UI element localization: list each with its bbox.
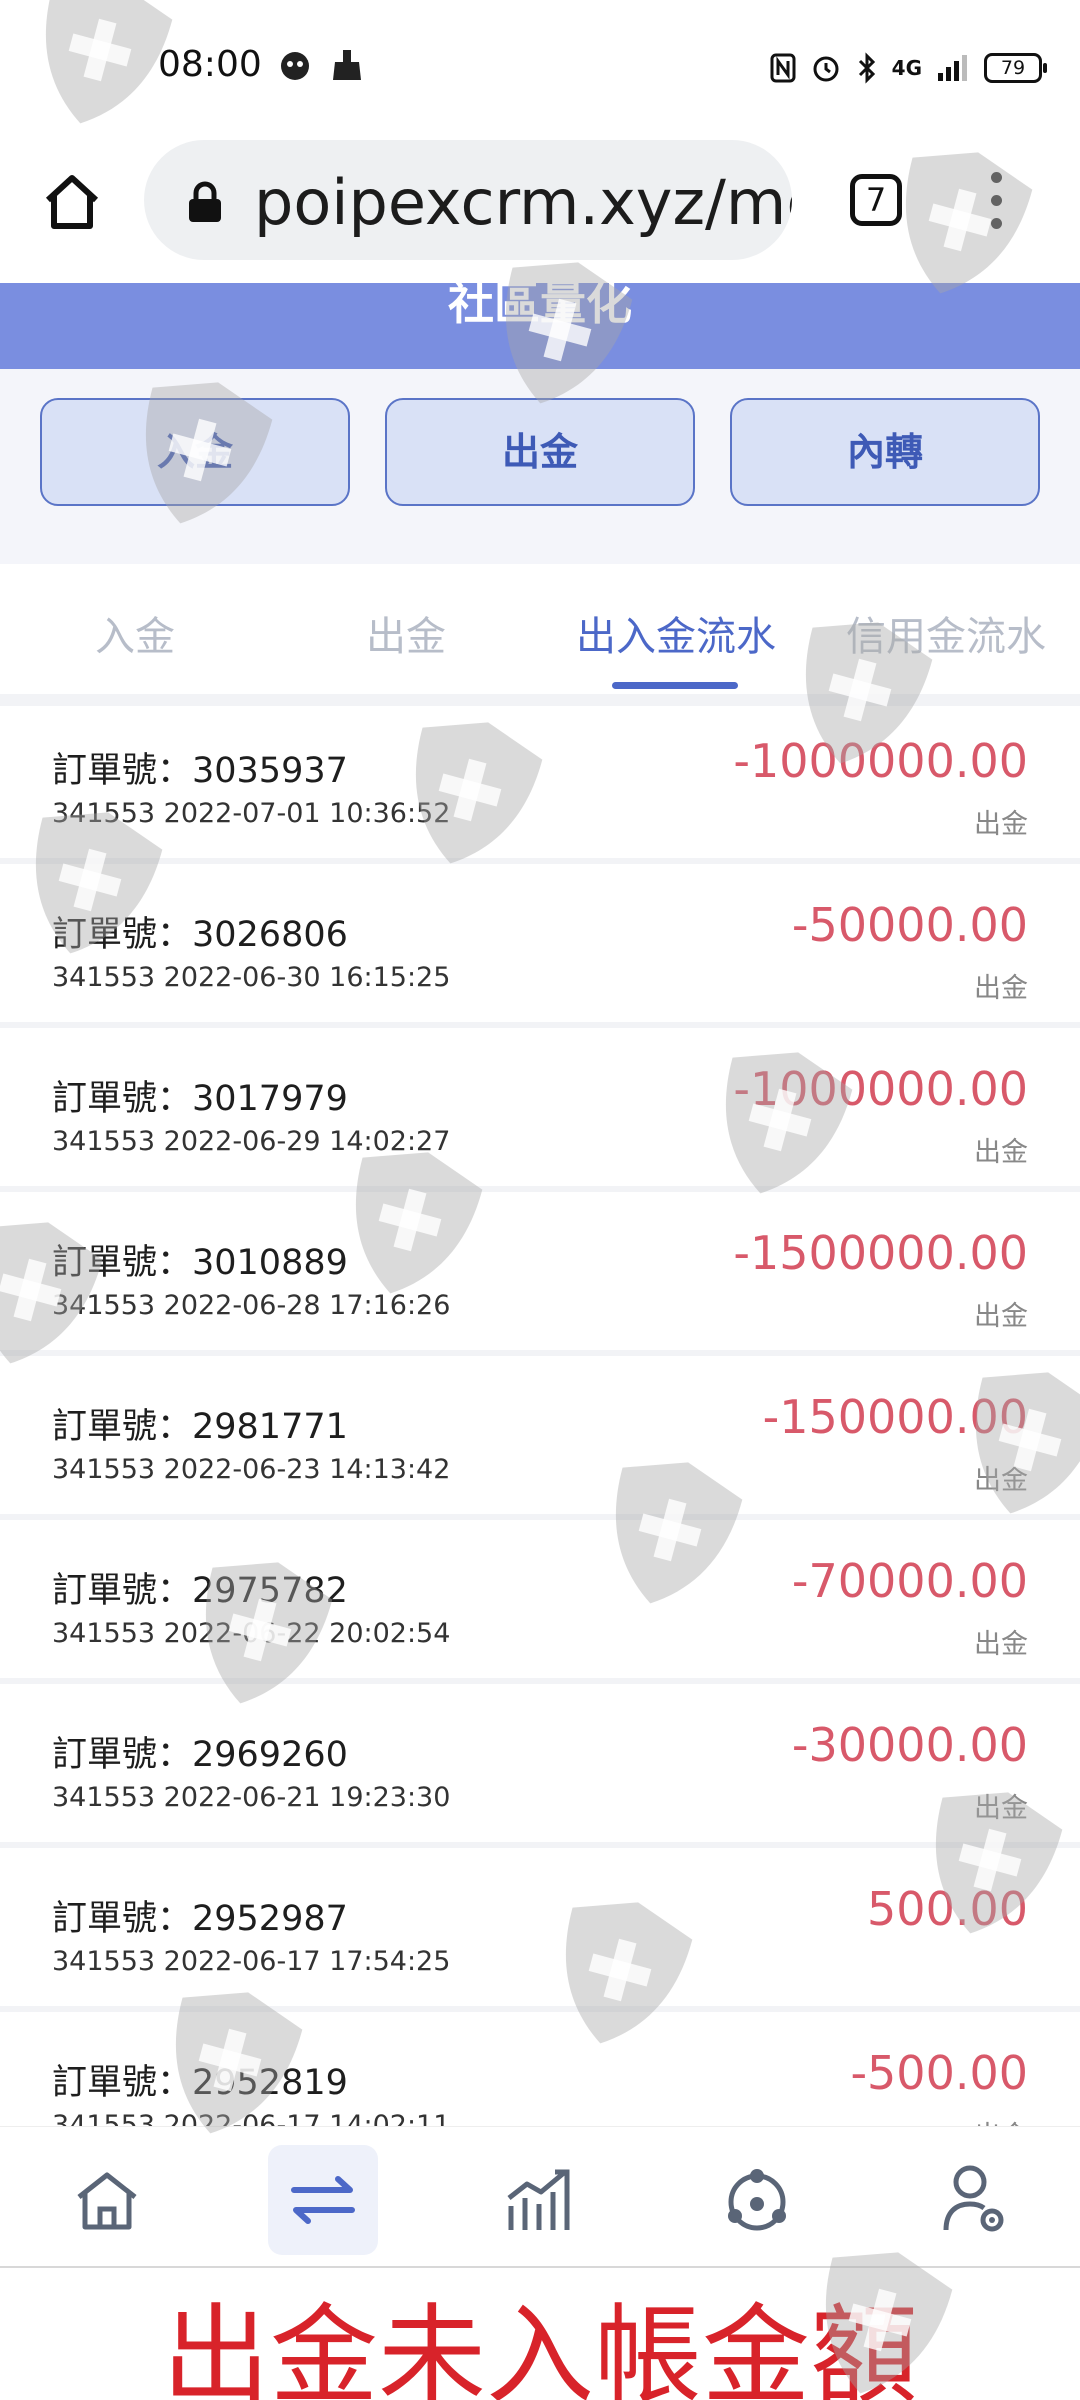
tab-credit-flow[interactable]: 信用金流水 bbox=[846, 604, 1046, 662]
nav-market[interactable] bbox=[485, 2145, 595, 2255]
list-item[interactable]: 訂單號：2975782 341553 2022-06-22 20:02:54 -… bbox=[0, 1526, 1080, 1684]
network-type: 4G bbox=[891, 56, 922, 80]
transaction-type: 出金 bbox=[974, 1137, 1028, 1168]
cleaner-icon bbox=[333, 50, 361, 80]
annotation-caption: 出金未入帳金額 bbox=[0, 2292, 1080, 2400]
market-chart-icon bbox=[507, 2169, 570, 2230]
amount: 500.00 bbox=[867, 1882, 1028, 1936]
order-meta: 341553 2022-06-17 14:02:11 bbox=[52, 2110, 451, 2126]
amount: -30000.00 bbox=[791, 1718, 1028, 1772]
order-meta: 341553 2022-06-28 17:16:26 bbox=[52, 1290, 451, 1321]
account-settings-icon bbox=[943, 2165, 1004, 2232]
url-text: poipexcrm.xyz/mo bbox=[254, 166, 792, 239]
page-header: 社區量化 bbox=[0, 276, 1080, 369]
amount: -500.00 bbox=[850, 2046, 1028, 2100]
status-bar: 08:00 4G 79 bbox=[0, 0, 1080, 130]
list-item[interactable]: 訂單號：3035937 341553 2022-07-01 10:36:52 -… bbox=[0, 706, 1080, 864]
amount: -1000000.00 bbox=[733, 1062, 1028, 1116]
order-number: 訂單號：3035937 bbox=[52, 751, 348, 791]
order-meta: 341553 2022-06-29 14:02:27 bbox=[52, 1126, 451, 1157]
nav-community[interactable] bbox=[702, 2145, 812, 2255]
list-item[interactable]: 訂單號：2952819 341553 2022-06-17 14:02:11 -… bbox=[0, 2018, 1080, 2126]
active-tab-indicator bbox=[612, 682, 738, 689]
battery-indicator: 79 bbox=[984, 53, 1047, 83]
annotation-caption-text: 出金未入帳金額 bbox=[161, 2294, 918, 2400]
order-number: 訂單號：2981771 bbox=[52, 1407, 348, 1447]
lock-icon bbox=[189, 181, 221, 222]
divider bbox=[0, 2266, 1080, 2268]
order-number: 訂單號：3010889 bbox=[52, 1243, 348, 1283]
transaction-type: 出金 bbox=[974, 973, 1028, 1004]
status-icons: 4G 79 bbox=[770, 48, 1047, 88]
tab-deposit[interactable]: 入金 bbox=[95, 604, 175, 662]
home-icon bbox=[77, 2172, 137, 2230]
nav-home[interactable] bbox=[52, 2145, 162, 2255]
list-item[interactable]: 訂單號：2981771 341553 2022-06-23 14:13:42 -… bbox=[0, 1362, 1080, 1520]
internal-transfer-button[interactable]: 內轉 bbox=[730, 398, 1040, 506]
list-item[interactable]: 訂單號：2952987 341553 2022-06-17 17:54:25 5… bbox=[0, 1854, 1080, 2012]
transaction-type: 出金 bbox=[974, 809, 1028, 840]
transaction-type: 出金 bbox=[974, 1629, 1028, 1660]
transfer-icon bbox=[291, 2176, 355, 2224]
list-item[interactable]: 訂單號：2969260 341553 2022-06-21 19:23:30 -… bbox=[0, 1690, 1080, 1848]
order-meta: 341553 2022-06-23 14:13:42 bbox=[52, 1454, 451, 1485]
order-meta: 341553 2022-06-21 19:23:30 bbox=[52, 1782, 451, 1813]
browser-toolbar: poipexcrm.xyz/mo 7 bbox=[0, 130, 1080, 270]
transaction-type: 出金 bbox=[974, 1793, 1028, 1824]
list-item[interactable]: 訂單號：3017979 341553 2022-06-29 14:02:27 -… bbox=[0, 1034, 1080, 1192]
status-time: 08:00 bbox=[158, 44, 262, 85]
signal-icon bbox=[938, 55, 967, 81]
tab-switcher-button[interactable]: 7 bbox=[850, 174, 902, 226]
community-icon bbox=[728, 2169, 786, 2231]
divider bbox=[0, 694, 1080, 706]
bluetooth-icon bbox=[858, 52, 875, 84]
order-meta: 341553 2022-06-22 20:02:54 bbox=[52, 1618, 451, 1649]
browser-menu-icon[interactable] bbox=[978, 168, 1014, 232]
tab-bar: 入金 出金 出入金流水 信用金流水 bbox=[0, 564, 1080, 694]
deposit-button[interactable]: 入金 bbox=[40, 398, 350, 506]
amount: -1500000.00 bbox=[733, 1226, 1028, 1280]
action-button-group: 入金 出金 內轉 bbox=[0, 369, 1080, 564]
transaction-type: 出金 bbox=[974, 1465, 1028, 1496]
order-number: 訂單號：2952987 bbox=[52, 1899, 348, 1939]
nav-transfer[interactable] bbox=[268, 2145, 378, 2255]
fund-flow-list: 訂單號：3035937 341553 2022-07-01 10:36:52 -… bbox=[0, 706, 1080, 2126]
order-number: 訂單號：3026806 bbox=[52, 915, 348, 955]
withdraw-button[interactable]: 出金 bbox=[385, 398, 695, 506]
order-number: 訂單號：2952819 bbox=[52, 2063, 348, 2103]
order-number: 訂單號：2975782 bbox=[52, 1571, 348, 1611]
page-title: 社區量化 bbox=[448, 276, 632, 330]
browser-home-icon[interactable] bbox=[40, 170, 104, 234]
list-item[interactable]: 訂單號：3026806 341553 2022-06-30 16:15:25 -… bbox=[0, 870, 1080, 1028]
amount: -150000.00 bbox=[762, 1390, 1028, 1444]
app-notification-icon bbox=[281, 52, 309, 80]
order-meta: 341553 2022-06-30 16:15:25 bbox=[52, 962, 451, 993]
nav-account[interactable] bbox=[920, 2145, 1030, 2255]
order-meta: 341553 2022-07-01 10:36:52 bbox=[52, 798, 451, 829]
transaction-type: 出金 bbox=[974, 1301, 1028, 1332]
tab-withdraw[interactable]: 出金 bbox=[366, 604, 446, 662]
order-number: 訂單號：3017979 bbox=[52, 1079, 348, 1119]
bottom-navigation bbox=[0, 2126, 1080, 2268]
order-meta: 341553 2022-06-17 17:54:25 bbox=[52, 1946, 451, 1977]
amount: -1000000.00 bbox=[733, 734, 1028, 788]
list-item[interactable]: 訂單號：3010889 341553 2022-06-28 17:16:26 -… bbox=[0, 1198, 1080, 1356]
order-number: 訂單號：2969260 bbox=[52, 1735, 348, 1775]
alarm-icon bbox=[813, 56, 839, 82]
transaction-type: 出金 bbox=[974, 2114, 1028, 2126]
amount: -50000.00 bbox=[791, 898, 1028, 952]
amount: -70000.00 bbox=[791, 1554, 1028, 1608]
nfc-icon bbox=[770, 53, 796, 83]
address-bar[interactable]: poipexcrm.xyz/mo bbox=[144, 140, 792, 260]
tab-fund-flow[interactable]: 出入金流水 bbox=[576, 604, 776, 662]
